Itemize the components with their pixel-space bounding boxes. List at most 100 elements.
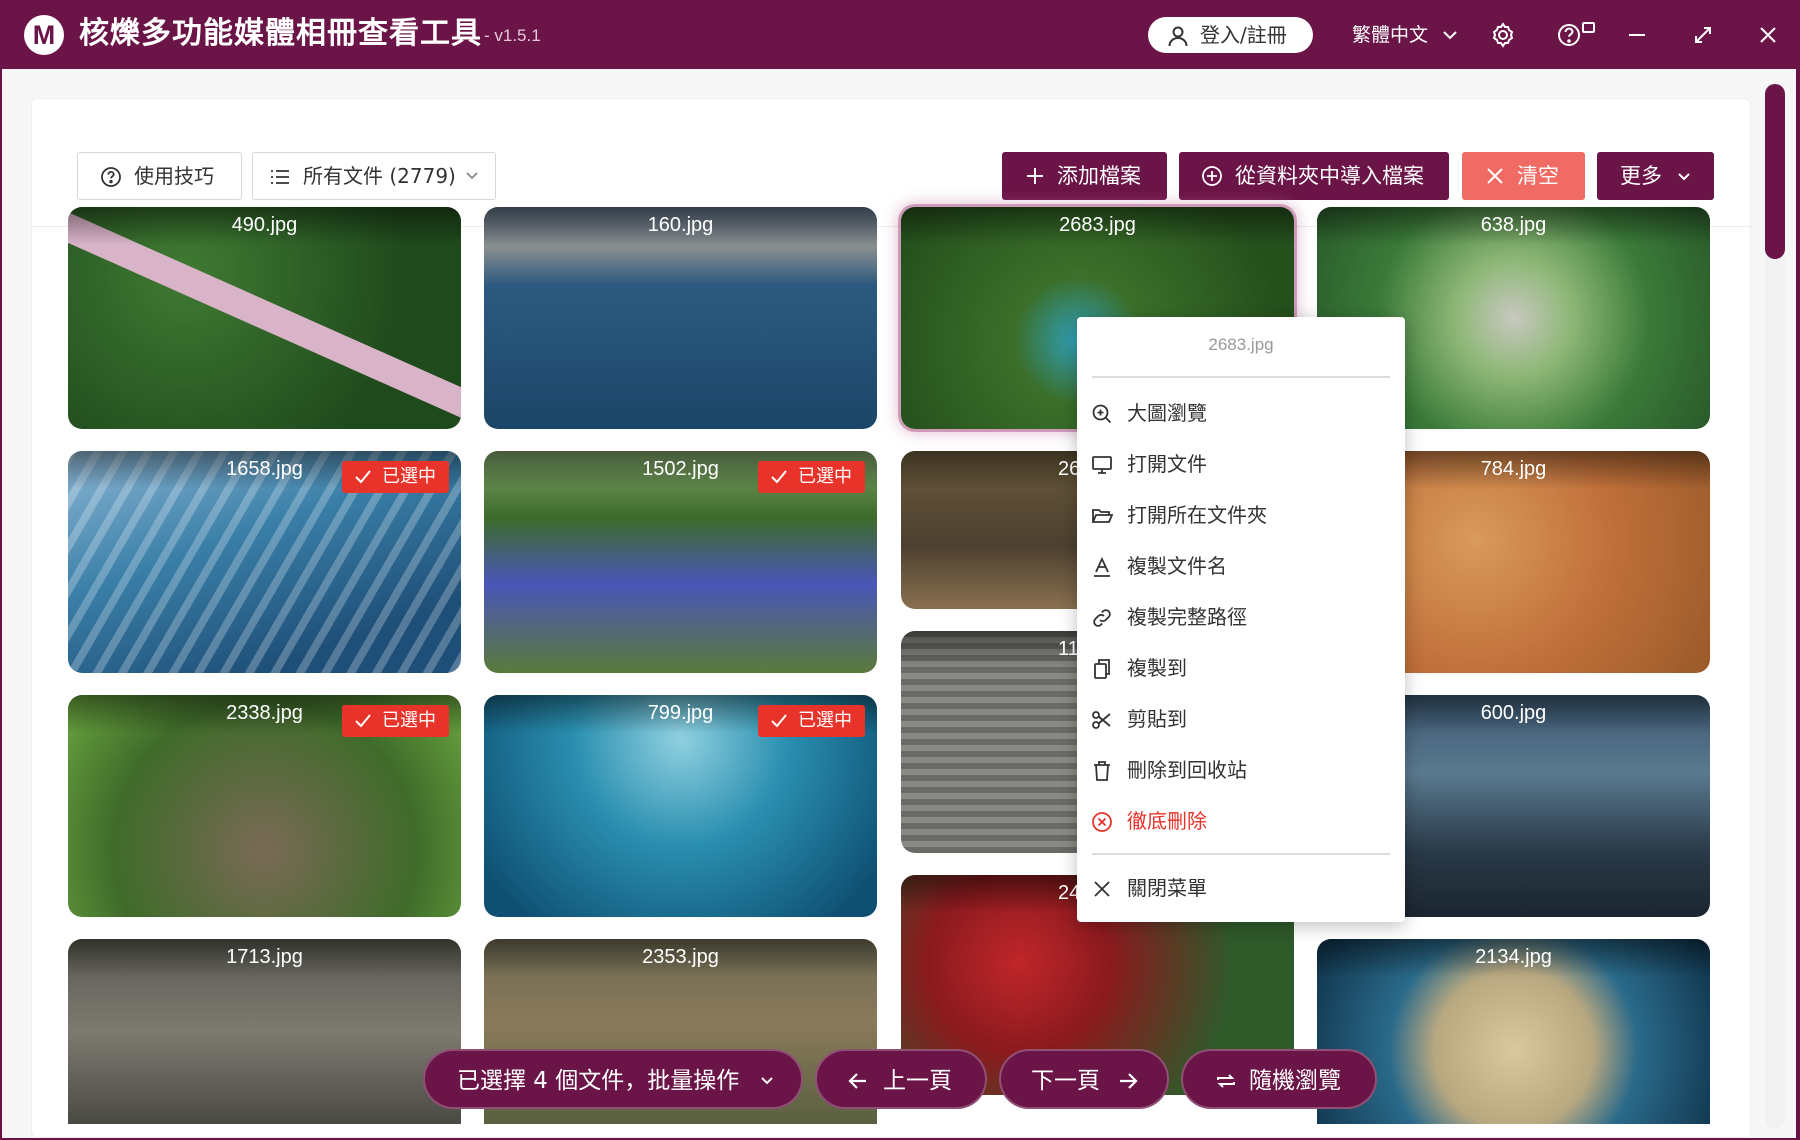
random-browse-button[interactable]: 隨機瀏覽 [1181,1049,1377,1109]
menu-item-cut-to[interactable]: 剪貼到 [1077,699,1405,739]
menu-item-copy-path[interactable]: 複製完整路徑 [1077,597,1405,637]
batch-actions-button[interactable]: 已選擇 4 個文件，批量操作 [423,1049,803,1109]
prev-page-button[interactable]: 上一頁 [815,1049,987,1109]
tile-filename: 638.jpg [1317,207,1710,245]
text-a-icon [1094,556,1110,577]
minimize-icon[interactable] [1622,20,1652,50]
close-icon [1094,881,1110,897]
image-tile[interactable]: 1502.jpg 已選中 [484,451,877,673]
menu-item-copy-filename[interactable]: 複製文件名 [1077,546,1405,586]
title-bar: M 核爍多功能媒體相冊查看工具 - v1.5.1 登入/註冊 繁體中文 [0,0,1800,69]
image-tile[interactable]: 2134.jpg [1317,939,1710,1124]
chevron-down-icon [761,1077,773,1085]
zoom-in-icon [1092,404,1112,424]
link-icon [1093,609,1111,627]
copy-icon [1094,659,1110,679]
menu-item-label: 關閉菜單 [1127,876,1207,900]
list-icon [271,170,289,184]
random-browse-label: 隨機瀏覽 [1249,1068,1341,1094]
image-tile[interactable]: 160.jpg [484,207,877,429]
menu-item-label: 徹底刪除 [1127,809,1207,833]
tile-filename: 490.jpg [68,207,461,245]
close-icon [1487,168,1503,184]
scrollbar[interactable] [1765,84,1785,1129]
chevron-down-icon [1678,173,1690,181]
menu-item-open-folder[interactable]: 打開所在文件夾 [1077,495,1405,535]
menu-divider [1092,376,1390,378]
scrollbar-thumb[interactable] [1765,84,1785,259]
chevron-down-icon [466,172,478,180]
menu-item-label: 複製到 [1127,656,1187,680]
clear-label: 清空 [1517,164,1559,188]
arrow-left-icon [848,1073,866,1089]
menu-item-recycle[interactable]: 刪除到回收站 [1077,750,1405,790]
scissors-icon [1092,711,1111,729]
selected-badge: 已選中 [342,461,449,493]
checkmark-icon [771,470,787,484]
menu-item-label: 大圖瀏覽 [1127,401,1207,425]
menu-item-label: 打開所在文件夾 [1127,503,1267,527]
folder-open-icon [1091,509,1113,523]
tips-button[interactable]: 使用技巧 [77,152,242,200]
menu-item-label: 打開文件 [1127,452,1207,476]
menu-item-label: 複製文件名 [1127,554,1227,578]
next-page-label: 下一頁 [1031,1068,1100,1094]
selected-badge: 已選中 [342,705,449,737]
prev-page-label: 上一頁 [883,1068,952,1094]
clear-button[interactable]: 清空 [1462,152,1585,200]
checkmark-icon [771,714,787,728]
close-window-icon[interactable] [1753,20,1783,50]
help-icon[interactable] [1556,20,1596,50]
import-folder-label: 從資料夾中導入檔案 [1235,164,1424,188]
selected-badge: 已選中 [758,705,865,737]
selected-badge: 已選中 [758,461,865,493]
chevron-down-icon [1443,31,1457,40]
next-page-button[interactable]: 下一頁 [999,1049,1169,1109]
add-file-button[interactable]: 添加檔案 [1002,152,1167,200]
maximize-icon[interactable] [1688,20,1718,50]
language-select[interactable]: 繁體中文 [1352,22,1458,48]
close-circle-icon [1092,812,1112,832]
tile-filename: 2134.jpg [1317,939,1710,977]
arrow-right-icon [1120,1073,1138,1089]
login-label: 登入/註冊 [1200,23,1287,47]
tile-filename: 2353.jpg [484,939,877,977]
tile-filename: 2683.jpg [901,207,1294,245]
image-tile[interactable]: 1658.jpg 已選中 [68,451,461,673]
menu-item-label: 複製完整路徑 [1127,605,1247,629]
menu-item-delete-permanently[interactable]: 徹底刪除 [1077,801,1405,841]
selected-badge-label: 已選中 [798,466,852,487]
plus-icon [1027,168,1043,184]
monitor-icon [1092,456,1112,474]
more-button[interactable]: 更多 [1597,152,1714,200]
menu-item-label: 剪貼到 [1127,707,1187,731]
checkmark-icon [355,714,371,728]
image-tile[interactable]: 490.jpg [68,207,461,429]
language-label: 繁體中文 [1352,24,1429,46]
trash-icon [1094,761,1110,781]
selected-badge-label: 已選中 [382,466,436,487]
tile-filename: 160.jpg [484,207,877,245]
file-filter-select[interactable]: 所有文件 (2779) [252,152,496,200]
menu-divider [1092,853,1390,855]
image-tile[interactable]: 2338.jpg 已選中 [68,695,461,917]
tips-label: 使用技巧 [134,164,214,188]
image-tile[interactable]: 1713.jpg [68,939,461,1124]
settings-icon[interactable] [1488,20,1518,50]
more-label: 更多 [1620,164,1662,188]
image-tile[interactable]: 799.jpg 已選中 [484,695,877,917]
menu-item-copy-to[interactable]: 複製到 [1077,648,1405,688]
add-file-label: 添加檔案 [1057,164,1141,188]
menu-item-close-menu[interactable]: 關閉菜單 [1077,868,1405,908]
checkmark-icon [355,470,371,484]
file-filter-label: 所有文件 (2779) [303,164,456,188]
menu-item-open-file[interactable]: 打開文件 [1077,444,1405,484]
menu-item-preview[interactable]: 大圖瀏覽 [1077,393,1405,433]
selected-badge-label: 已選中 [798,710,852,731]
help-circle-icon [101,167,121,187]
batch-actions-label: 已選擇 4 個文件，批量操作 [457,1068,740,1094]
login-button[interactable]: 登入/註冊 [1148,17,1313,53]
import-folder-button[interactable]: 從資料夾中導入檔案 [1179,152,1449,200]
selected-badge-label: 已選中 [382,710,436,731]
plus-circle-icon [1202,166,1222,186]
